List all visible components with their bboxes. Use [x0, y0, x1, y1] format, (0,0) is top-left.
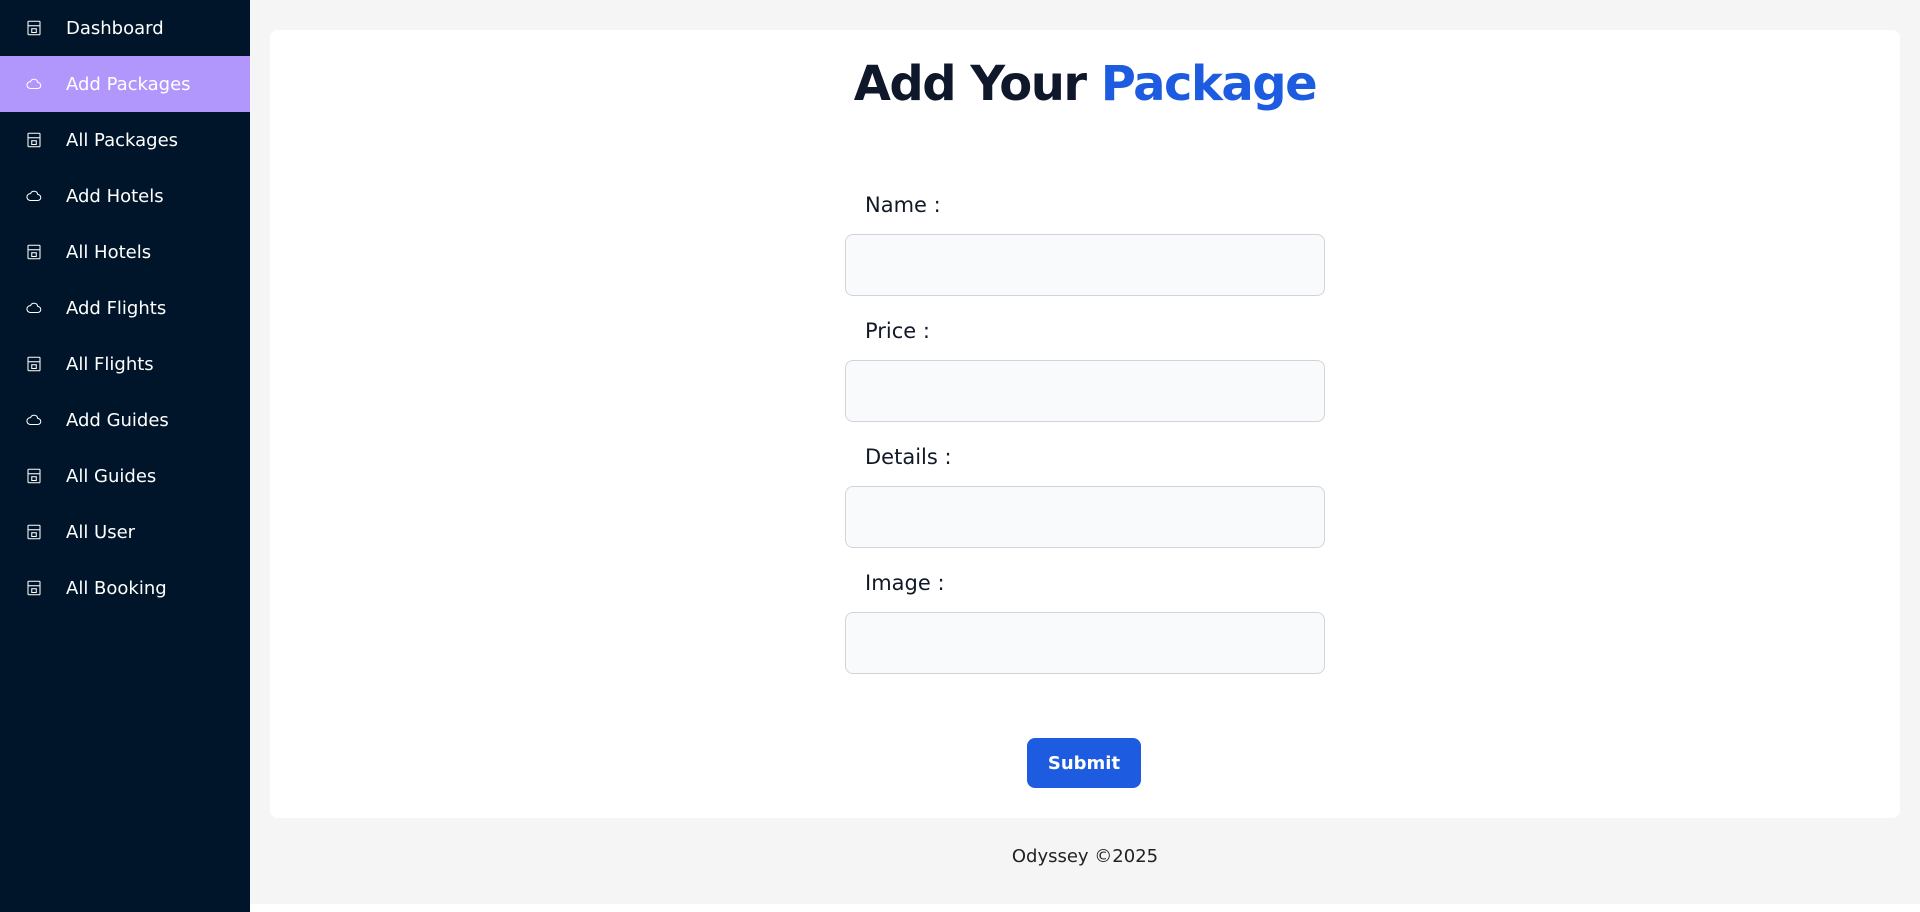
cloud-icon [24, 298, 44, 318]
image-label: Image : [865, 571, 945, 595]
sidebar-item-all-booking[interactable]: All Booking [0, 560, 250, 616]
sidebar-item-label: All User [66, 521, 136, 543]
cloud-icon [24, 74, 44, 94]
sidebar-item-label: All Booking [66, 577, 167, 599]
sidebar-item-all-user[interactable]: All User [0, 504, 250, 560]
sidebar-item-all-flights[interactable]: All Flights [0, 336, 250, 392]
sidebar-item-label: Add Hotels [66, 185, 164, 207]
sidebar-item-label: All Guides [66, 465, 157, 487]
page-title: Add Your Package [270, 56, 1900, 112]
name-input[interactable] [845, 234, 1325, 296]
sidebar-item-label: Add Packages [66, 73, 191, 95]
price-input[interactable] [845, 360, 1325, 422]
bottom-strip [250, 904, 1920, 912]
sidebar-item-all-packages[interactable]: All Packages [0, 112, 250, 168]
sidebar-item-all-guides[interactable]: All Guides [0, 448, 250, 504]
image-input[interactable] [845, 612, 1325, 674]
sidebar-item-label: All Packages [66, 129, 179, 151]
cloud-icon [24, 410, 44, 430]
page-title-part1: Add Your [853, 56, 1087, 112]
store-icon [24, 18, 44, 38]
store-icon [24, 466, 44, 486]
page-title-accent: Package [1100, 56, 1318, 112]
sidebar-item-dashboard[interactable]: Dashboard [0, 0, 250, 56]
sidebar-item-label: All Flights [66, 353, 154, 375]
main-content: Add Your Package Name : Price : Details … [250, 0, 1920, 912]
cloud-icon [24, 186, 44, 206]
store-icon [24, 130, 44, 150]
name-label: Name : [865, 193, 941, 217]
submit-button[interactable]: Submit [1027, 738, 1141, 788]
sidebar-item-add-packages[interactable]: Add Packages [0, 56, 250, 112]
details-input[interactable] [845, 486, 1325, 548]
sidebar-item-label: Add Flights [66, 297, 167, 319]
store-icon [24, 522, 44, 542]
app-root: Dashboard Add Packages All Packages Add … [0, 0, 1920, 912]
sidebar-item-label: All Hotels [66, 241, 152, 263]
sidebar-item-add-flights[interactable]: Add Flights [0, 280, 250, 336]
sidebar-item-add-guides[interactable]: Add Guides [0, 392, 250, 448]
price-label: Price : [865, 319, 930, 343]
sidebar-item-label: Add Guides [66, 409, 169, 431]
footer: Odyssey ©2025 [1011, 846, 1159, 867]
store-icon [24, 354, 44, 374]
store-icon [24, 242, 44, 262]
form-card: Add Your Package Name : Price : Details … [270, 30, 1900, 818]
details-label: Details : [865, 445, 952, 469]
sidebar: Dashboard Add Packages All Packages Add … [0, 0, 250, 912]
sidebar-item-add-hotels[interactable]: Add Hotels [0, 168, 250, 224]
store-icon [24, 578, 44, 598]
sidebar-item-label: Dashboard [66, 17, 164, 39]
add-package-form: Name : Price : Details : Image : [845, 188, 1325, 692]
sidebar-item-all-hotels[interactable]: All Hotels [0, 224, 250, 280]
